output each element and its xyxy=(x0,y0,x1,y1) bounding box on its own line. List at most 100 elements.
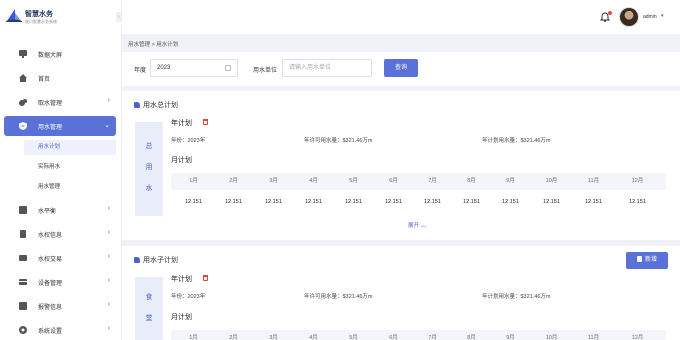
year-picker[interactable]: 2023 xyxy=(150,59,238,77)
month-header: 9月 xyxy=(506,178,515,184)
sidebar-item-label: 设备管理 xyxy=(38,281,63,287)
sidebar-item-water-intake[interactable]: 取水管理 › xyxy=(4,92,116,112)
sub-plan-card: 用水子计划 新增 食 堂 年计划 年份：2023年 年许可用水量：$321.46… xyxy=(122,246,680,340)
query-button[interactable]: 查询 xyxy=(384,59,418,77)
month-header: 5月 xyxy=(349,178,358,184)
unit-label: 用水单位 xyxy=(253,68,278,74)
sidebar-item-water-use[interactable]: 用水管理 ⌄ xyxy=(4,116,116,136)
device-icon xyxy=(19,279,27,285)
month-value-row: 12.151 12.151 12.151 12.151 12.151 12.15… xyxy=(171,194,666,211)
allowed-volume: 年许可用水量：$321.46万m xyxy=(304,294,373,300)
sidebar-subitem-water-plan[interactable]: 用水计划 xyxy=(24,140,116,155)
add-button[interactable]: 新增 xyxy=(626,252,668,269)
allowed-volume: 年许可用水量：$321.46万m xyxy=(304,138,373,144)
filter-bar: 年度 2023 用水单位 请输入用水单位 查询 xyxy=(122,52,680,86)
add-button-label: 新增 xyxy=(644,257,657,263)
month-header: 11月 xyxy=(587,335,600,340)
month-header: 7月 xyxy=(428,178,437,184)
sidebar-item-water-rights-info[interactable]: 水权信息 › xyxy=(4,224,116,244)
year-info: 年份：2023年 xyxy=(171,294,206,300)
month-header: 5月 xyxy=(349,335,358,340)
month-value: 12.151 xyxy=(345,199,362,205)
month-value: 12.151 xyxy=(225,199,242,205)
month-value: 12.151 xyxy=(305,199,322,205)
month-header: 3月 xyxy=(269,178,278,184)
month-value: 12.151 xyxy=(385,199,402,205)
total-water-label: 总 用 水 xyxy=(135,122,163,216)
sidebar-item-water-balance[interactable]: 水平衡 › xyxy=(4,200,116,220)
card-title-text: 用水总计划 xyxy=(143,102,178,109)
user-name[interactable]: admin xyxy=(643,14,657,20)
chevron-right-icon: › xyxy=(107,253,110,260)
sidebar-item-alarm-info[interactable]: 报警信息 › xyxy=(4,296,116,316)
chevron-right-icon: › xyxy=(107,301,110,308)
sidebar-item-device-management[interactable]: 设备管理 › xyxy=(4,272,116,292)
month-value: 12.151 xyxy=(463,199,480,205)
sidebar-subitem-use-management[interactable]: 用水管理 xyxy=(24,180,116,195)
side-char: 堂 xyxy=(145,315,153,322)
delete-icon[interactable] xyxy=(203,119,208,125)
card-title-text: 用水子计划 xyxy=(143,257,178,264)
chevron-right-icon: › xyxy=(107,277,110,284)
monthly-plan-title: 月计划 xyxy=(171,314,192,321)
month-header: 6月 xyxy=(389,178,398,184)
month-header: 12月 xyxy=(631,178,644,184)
tag-icon xyxy=(134,256,140,263)
month-value: 12.151 xyxy=(543,199,560,205)
notification-dot xyxy=(608,11,612,15)
monthly-plan-title: 月计划 xyxy=(171,157,192,164)
top-header: admin ▾ xyxy=(122,0,680,34)
year-info: 年份：2023年 xyxy=(171,138,206,144)
month-header-row: 1月 2月 3月 4月 5月 6月 7月 8月 9月 10月 11月 12月 xyxy=(171,330,666,340)
month-header: 3月 xyxy=(269,335,278,340)
sidebar-subitem-actual-use[interactable]: 实际用水 xyxy=(24,160,116,175)
chevron-right-icon: › xyxy=(107,97,110,104)
side-char: 食 xyxy=(145,294,153,301)
month-value: 12.151 xyxy=(265,199,282,205)
month-header: 10月 xyxy=(545,335,558,340)
canteen-label: 食 堂 xyxy=(135,277,163,340)
month-header: 2月 xyxy=(229,178,238,184)
sidebar-item-dashboard[interactable]: 数据大屏 xyxy=(4,44,116,64)
brand[interactable]: 智慧水务 银川智慧水务系统 xyxy=(6,7,118,29)
chevron-right-icon: › xyxy=(107,325,110,332)
month-value: 12.151 xyxy=(424,199,441,205)
brand-title: 智慧水务 xyxy=(25,11,53,18)
logo-icon xyxy=(6,9,22,22)
sidebar: 智慧水务 银川智慧水务系统 ‹ 数据大屏 首页 取水管理 › 用水管理 ⌄ 用水… xyxy=(0,0,122,340)
sidebar-item-water-rights-trade[interactable]: 水权交易 › xyxy=(4,248,116,268)
month-header: 6月 xyxy=(389,335,398,340)
month-header: 7月 xyxy=(428,335,437,340)
sidebar-item-home[interactable]: 首页 xyxy=(4,68,116,88)
card-title: 用水总计划 xyxy=(134,100,178,110)
month-header: 4月 xyxy=(309,335,318,340)
document-icon xyxy=(20,230,26,238)
exchange-icon xyxy=(19,255,27,261)
month-header: 10月 xyxy=(545,178,558,184)
year-label: 年度 xyxy=(134,68,147,74)
chevron-right-icon: › xyxy=(107,205,110,212)
drop-icon xyxy=(19,99,27,106)
avatar[interactable] xyxy=(619,7,639,27)
expand-link[interactable]: 展开 ︿ xyxy=(408,221,426,229)
card-title: 用水子计划 xyxy=(134,255,178,265)
month-header: 8月 xyxy=(467,178,476,184)
chevron-down-icon: ⌄ xyxy=(104,122,110,129)
delete-icon[interactable] xyxy=(203,275,208,281)
month-value: 12.151 xyxy=(502,199,519,205)
month-header: 9月 xyxy=(506,335,515,340)
month-header: 8月 xyxy=(467,335,476,340)
side-char: 用 xyxy=(145,164,153,171)
planned-volume: 年计划用水量：$321.46万m xyxy=(482,138,551,144)
caret-down-icon[interactable]: ▾ xyxy=(661,13,664,19)
sidebar-item-system-settings[interactable]: 系统设置 › xyxy=(4,320,116,340)
side-char: 水 xyxy=(145,185,153,192)
total-plan-card: 用水总计划 总 用 水 年计划 年份：2023年 年许可用水量：$321.46万… xyxy=(122,91,680,240)
unit-input[interactable]: 请输入用水单位 xyxy=(282,59,372,77)
month-value: 12.151 xyxy=(585,199,602,205)
sidebar-item-label: 水权交易 xyxy=(38,257,63,263)
month-value: 12.151 xyxy=(629,199,646,205)
year-value: 2023 xyxy=(157,65,171,71)
brand-subtitle: 银川智慧水务系统 xyxy=(25,19,57,24)
sidebar-item-label: 报警信息 xyxy=(38,305,63,311)
